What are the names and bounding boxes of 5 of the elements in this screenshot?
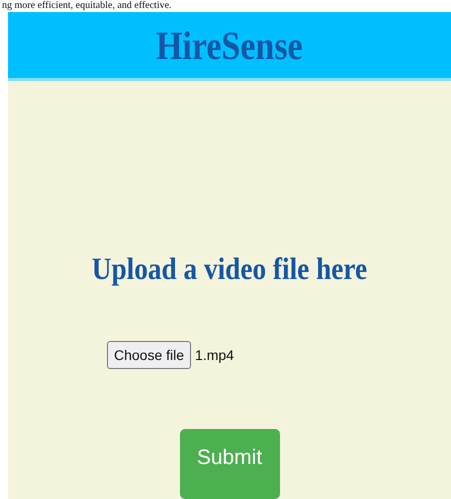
site-title: HireSense (156, 22, 303, 68)
upload-heading: Upload a video file here (92, 251, 368, 287)
choose-file-button[interactable]: Choose file (107, 341, 192, 369)
cut-off-text: ng more efficient, equitable, and effective. (1, 0, 173, 12)
file-name: 1.mp4 (195, 347, 234, 363)
